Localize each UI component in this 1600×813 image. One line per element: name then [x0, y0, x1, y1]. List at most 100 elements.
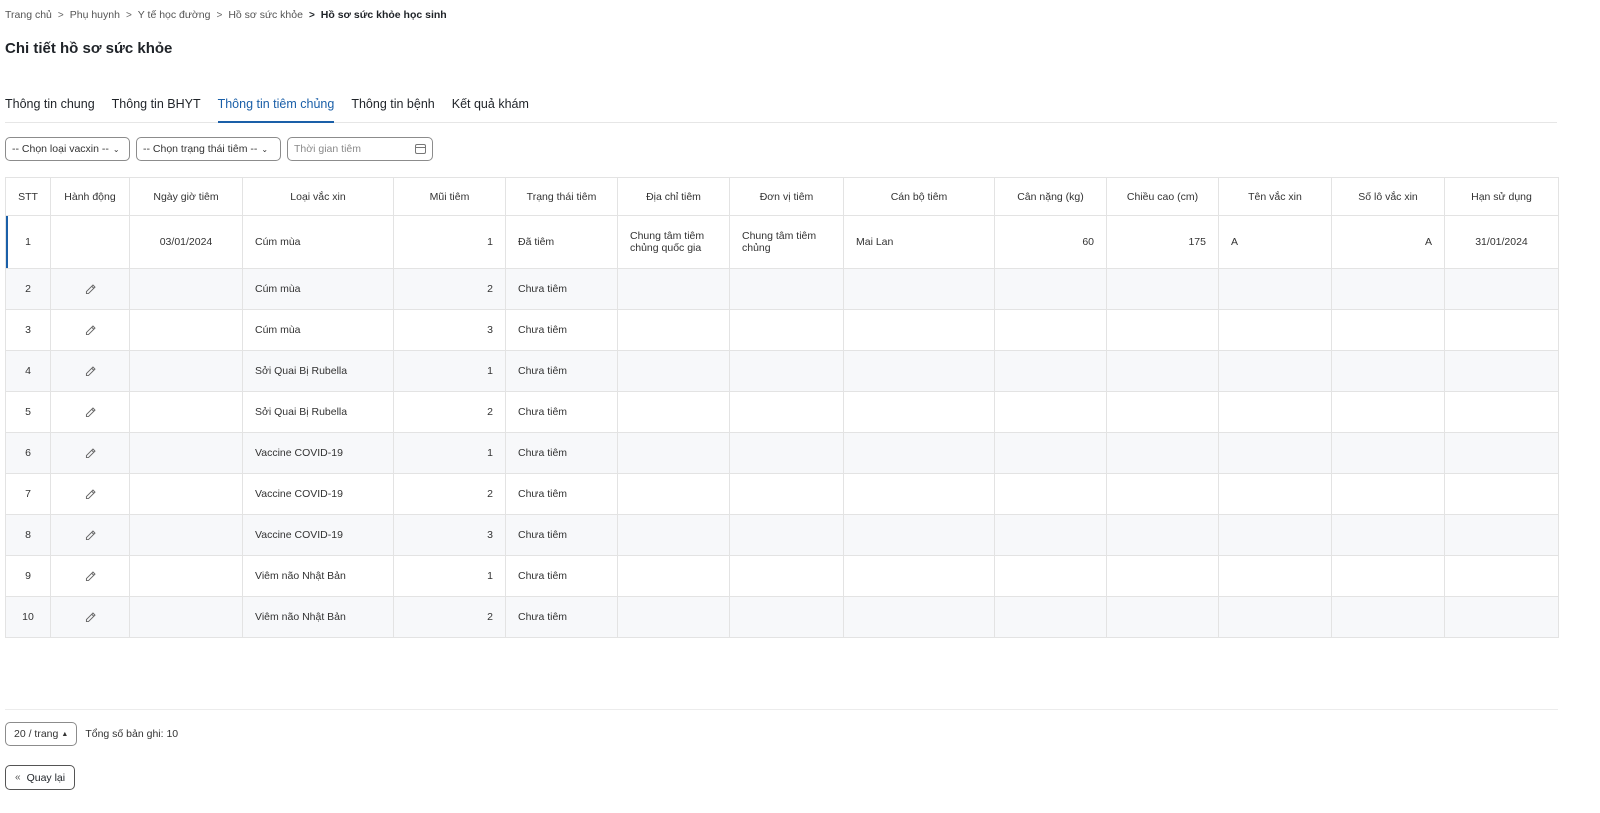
expiry-date	[1444, 309, 1559, 351]
dose-number: 3	[393, 514, 506, 556]
pencil-icon[interactable]	[84, 324, 97, 336]
back-button[interactable]: « Quay lại	[5, 765, 76, 790]
vaccine-name	[1218, 432, 1332, 474]
pencil-icon[interactable]	[84, 365, 97, 377]
column-header: Trạng thái tiêm	[505, 177, 618, 216]
pencil-icon[interactable]	[84, 611, 97, 623]
table-row[interactable]: 5 Sởi Quai Bị Rubella 2 Chưa tiêm	[5, 391, 1559, 433]
height-value	[1106, 391, 1219, 433]
expiry-date	[1444, 432, 1559, 474]
tab-insurance-info[interactable]: Thông tin BHYT	[112, 94, 201, 122]
row-index: 10	[5, 596, 51, 638]
injection-address	[617, 473, 730, 515]
pencil-icon[interactable]	[84, 488, 97, 500]
vaccine-type-select-value: -- Chọn loại vacxin --	[12, 143, 109, 155]
weight-value: 60	[994, 215, 1107, 269]
chevron-right-icon: >	[216, 9, 223, 21]
action-cell	[50, 514, 130, 556]
injection-status: Chưa tiêm	[505, 350, 618, 392]
divider	[5, 709, 1558, 710]
vaccine-type-select[interactable]: -- Chọn loại vacxin -- ⌄	[5, 137, 130, 161]
column-header: Chiều cao (cm)	[1106, 177, 1219, 216]
vaccine-type: Viêm não Nhật Bản	[242, 596, 394, 638]
tab-exam-results[interactable]: Kết quả khám	[452, 94, 529, 122]
column-header: Đơn vị tiêm	[729, 177, 844, 216]
page-size-select[interactable]: 20 / trang ▲	[5, 722, 78, 746]
dose-number: 3	[393, 309, 506, 351]
injection-unit	[729, 268, 844, 310]
pencil-icon[interactable]	[84, 406, 97, 418]
dose-number: 1	[393, 555, 506, 597]
action-cell	[50, 555, 130, 597]
injection-unit: Chung tâm tiêm chủng	[729, 215, 844, 269]
row-index: 1	[5, 215, 51, 269]
injection-date-picker[interactable]: Thời gian tiêm	[287, 137, 433, 161]
injection-status: Chưa tiêm	[505, 391, 618, 433]
vaccine-type: Cúm mùa	[242, 309, 394, 351]
row-index: 4	[5, 350, 51, 392]
expiry-date	[1444, 391, 1559, 433]
chevron-right-icon: >	[308, 9, 315, 21]
table-row[interactable]: 2 Cúm mùa 2 Chưa tiêm	[5, 268, 1559, 310]
tab-general-info[interactable]: Thông tin chung	[5, 94, 95, 122]
row-index: 2	[5, 268, 51, 310]
injection-staff	[843, 391, 995, 433]
column-header: Số lô vắc xin	[1331, 177, 1445, 216]
vaccine-name	[1218, 391, 1332, 433]
expiry-date: 31/01/2024	[1444, 215, 1559, 269]
tab-disease-info[interactable]: Thông tin bệnh	[351, 94, 434, 122]
row-index: 9	[5, 555, 51, 597]
vaccine-type: Cúm mùa	[242, 268, 394, 310]
dose-number: 2	[393, 596, 506, 638]
table-row[interactable]: 4 Sởi Quai Bị Rubella 1 Chưa tiêm	[5, 350, 1559, 392]
table-row[interactable]: 3 Cúm mùa 3 Chưa tiêm	[5, 309, 1559, 351]
height-value	[1106, 514, 1219, 556]
table-row[interactable]: 10 Viêm não Nhật Bản 2 Chưa tiêm	[5, 596, 1559, 638]
vaccine-name	[1218, 350, 1332, 392]
vaccine-type: Vaccine COVID-19	[242, 473, 394, 515]
injection-datetime	[129, 514, 243, 556]
vaccine-lot	[1331, 473, 1445, 515]
weight-value	[994, 309, 1107, 351]
tab-vaccination-info[interactable]: Thông tin tiêm chủng	[217, 94, 334, 123]
injection-datetime: 03/01/2024	[129, 215, 243, 269]
injection-address	[617, 555, 730, 597]
injection-datetime	[129, 391, 243, 433]
column-header: Loại vắc xin	[242, 177, 394, 216]
table-row[interactable]: 8 Vaccine COVID-19 3 Chưa tiêm	[5, 514, 1559, 556]
vaccine-lot	[1331, 391, 1445, 433]
breadcrumb-item-school-health[interactable]: Y tế học đường	[138, 9, 211, 21]
injection-staff	[843, 350, 995, 392]
table-row[interactable]: 1 03/01/2024 Cúm mùa 1 Đã tiêm Chung tâm tiêm…	[5, 215, 1559, 269]
pencil-icon[interactable]	[84, 283, 97, 295]
vaccine-lot	[1331, 514, 1445, 556]
injection-address	[617, 268, 730, 310]
breadcrumb-item-home[interactable]: Trang chủ	[5, 9, 52, 21]
injection-unit	[729, 350, 844, 392]
pencil-icon[interactable]	[84, 447, 97, 459]
row-index: 6	[5, 432, 51, 474]
calendar-icon	[415, 144, 426, 154]
vaccine-lot	[1331, 350, 1445, 392]
action-cell	[50, 350, 130, 392]
breadcrumb: Trang chủ > Phụ huynh > Y tế học đường >…	[5, 9, 447, 21]
vaccine-name	[1218, 268, 1332, 310]
table-row[interactable]: 6 Vaccine COVID-19 1 Chưa tiêm	[5, 432, 1559, 474]
table-header-row: STT Hành động Ngày giờ tiêm Loại vắc xin…	[5, 177, 1559, 216]
breadcrumb-item-parent[interactable]: Phụ huynh	[70, 9, 120, 21]
breadcrumb-item-health-records[interactable]: Hồ sơ sức khỏe	[228, 9, 303, 21]
injection-unit	[729, 432, 844, 474]
weight-value	[994, 391, 1107, 433]
pencil-icon[interactable]	[84, 529, 97, 541]
height-value	[1106, 432, 1219, 474]
table-row[interactable]: 7 Vaccine COVID-19 2 Chưa tiêm	[5, 473, 1559, 515]
table-body: 1 03/01/2024 Cúm mùa 1 Đã tiêm Chung tâm tiêm…	[5, 215, 1559, 638]
injection-staff	[843, 596, 995, 638]
injection-unit	[729, 555, 844, 597]
action-cell	[50, 473, 130, 515]
caret-up-icon: ▲	[61, 730, 69, 738]
pencil-icon[interactable]	[84, 570, 97, 582]
status-select[interactable]: -- Chọn trạng thái tiêm -- ⌄	[136, 137, 281, 161]
vaccine-type: Cúm mùa	[242, 215, 394, 269]
table-row[interactable]: 9 Viêm não Nhật Bản 1 Chưa tiêm	[5, 555, 1559, 597]
